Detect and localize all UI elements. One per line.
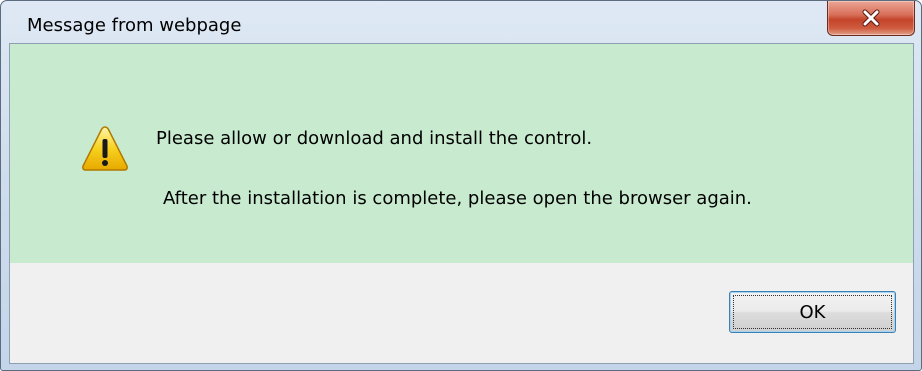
dialog-body: Please allow or download and install the… (9, 43, 914, 364)
message-line-1: Please allow or download and install the… (156, 128, 593, 149)
dialog-title: Message from webpage (27, 15, 242, 36)
close-button[interactable] (827, 1, 915, 36)
ok-button-label: OK (799, 301, 826, 323)
message-line-2: After the installation is complete, plea… (163, 188, 752, 209)
message-area: Please allow or download and install the… (10, 44, 913, 263)
ok-button[interactable]: OK (729, 291, 896, 333)
close-icon (828, 1, 914, 35)
warning-icon (80, 124, 130, 174)
message-dialog: Message from webpage Please allow or dow… (0, 0, 922, 371)
title-bar[interactable]: Message from webpage (1, 1, 921, 43)
